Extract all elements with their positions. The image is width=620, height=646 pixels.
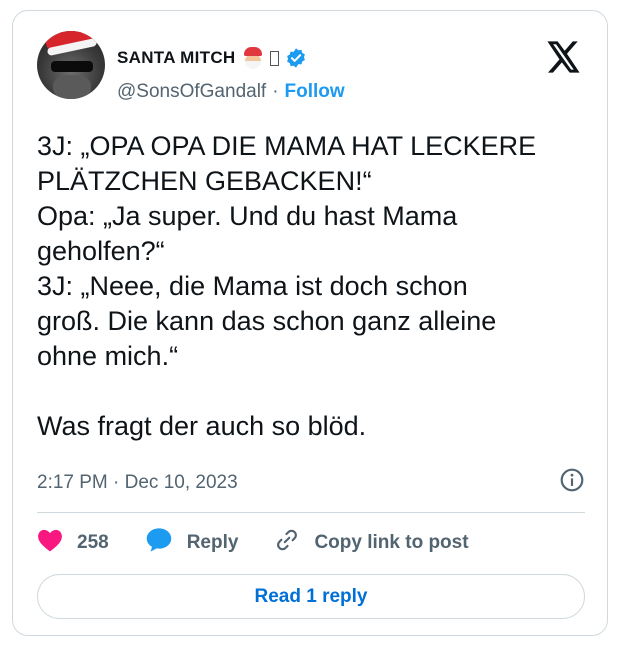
avatar[interactable] bbox=[37, 31, 105, 99]
link-icon bbox=[274, 527, 300, 559]
post-card: SANTA MITCH @SonsOfGandalf · Follow 3J: … bbox=[12, 10, 608, 636]
action-bar: 258 Reply Copy link to post bbox=[37, 527, 469, 559]
reply-label: Reply bbox=[186, 532, 239, 553]
copy-link-label: Copy link to post bbox=[314, 532, 469, 553]
post-timestamp[interactable]: 2:17 PM · Dec 10, 2023 bbox=[37, 472, 238, 494]
handle[interactable]: @SonsOfGandalf bbox=[117, 81, 266, 103]
post-text: 3J: „OPA OPA DIE MAMA HAT LECKERE PLÄTZC… bbox=[37, 131, 537, 441]
like-count: 258 bbox=[77, 532, 109, 553]
reply-button[interactable]: Reply bbox=[145, 527, 239, 559]
follow-button[interactable]: Follow bbox=[285, 81, 345, 103]
heart-icon bbox=[37, 528, 63, 558]
read-replies-label: Read 1 reply bbox=[254, 585, 368, 607]
verified-badge-icon bbox=[285, 47, 307, 69]
missing-glyph-icon bbox=[269, 50, 279, 66]
x-logo-icon[interactable] bbox=[547, 41, 581, 78]
display-name[interactable]: SANTA MITCH bbox=[117, 48, 236, 68]
copy-link-button[interactable]: Copy link to post bbox=[274, 527, 469, 559]
reply-bubble-icon bbox=[145, 527, 173, 559]
read-replies-button[interactable]: Read 1 reply bbox=[37, 574, 585, 619]
author-name-row[interactable]: SANTA MITCH bbox=[117, 47, 307, 69]
santa-emoji-icon bbox=[242, 47, 264, 69]
separator-dot: · bbox=[272, 81, 279, 102]
like-button[interactable]: 258 bbox=[37, 528, 109, 558]
info-icon[interactable] bbox=[559, 467, 585, 499]
post-meta-row: 2:17 PM · Dec 10, 2023 bbox=[37, 467, 585, 499]
divider bbox=[37, 512, 585, 513]
handle-row: @SonsOfGandalf · Follow bbox=[117, 81, 345, 103]
